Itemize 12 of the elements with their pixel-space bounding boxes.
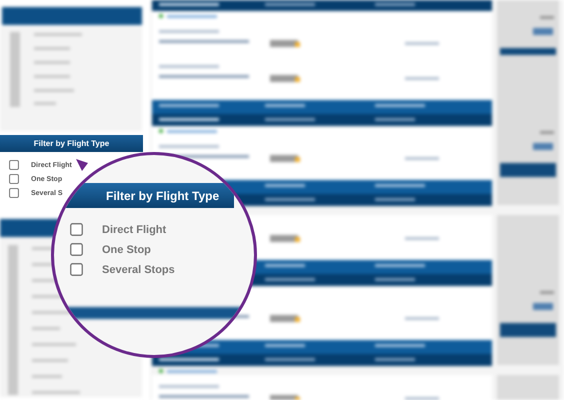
option-label: One Stop [102, 244, 151, 256]
checkbox[interactable] [9, 174, 19, 184]
blurred-price-panel [497, 375, 559, 400]
option-label: Several Stops [102, 264, 175, 276]
checkbox[interactable] [9, 160, 19, 170]
panel-header: Filter by Flight Type [0, 135, 143, 152]
lens-pointer-icon [76, 159, 88, 171]
checkbox[interactable] [70, 223, 83, 236]
option-label: Direct Flight [102, 224, 166, 236]
checkbox[interactable] [9, 188, 19, 198]
checkbox[interactable] [70, 263, 83, 276]
checkbox[interactable] [70, 243, 83, 256]
